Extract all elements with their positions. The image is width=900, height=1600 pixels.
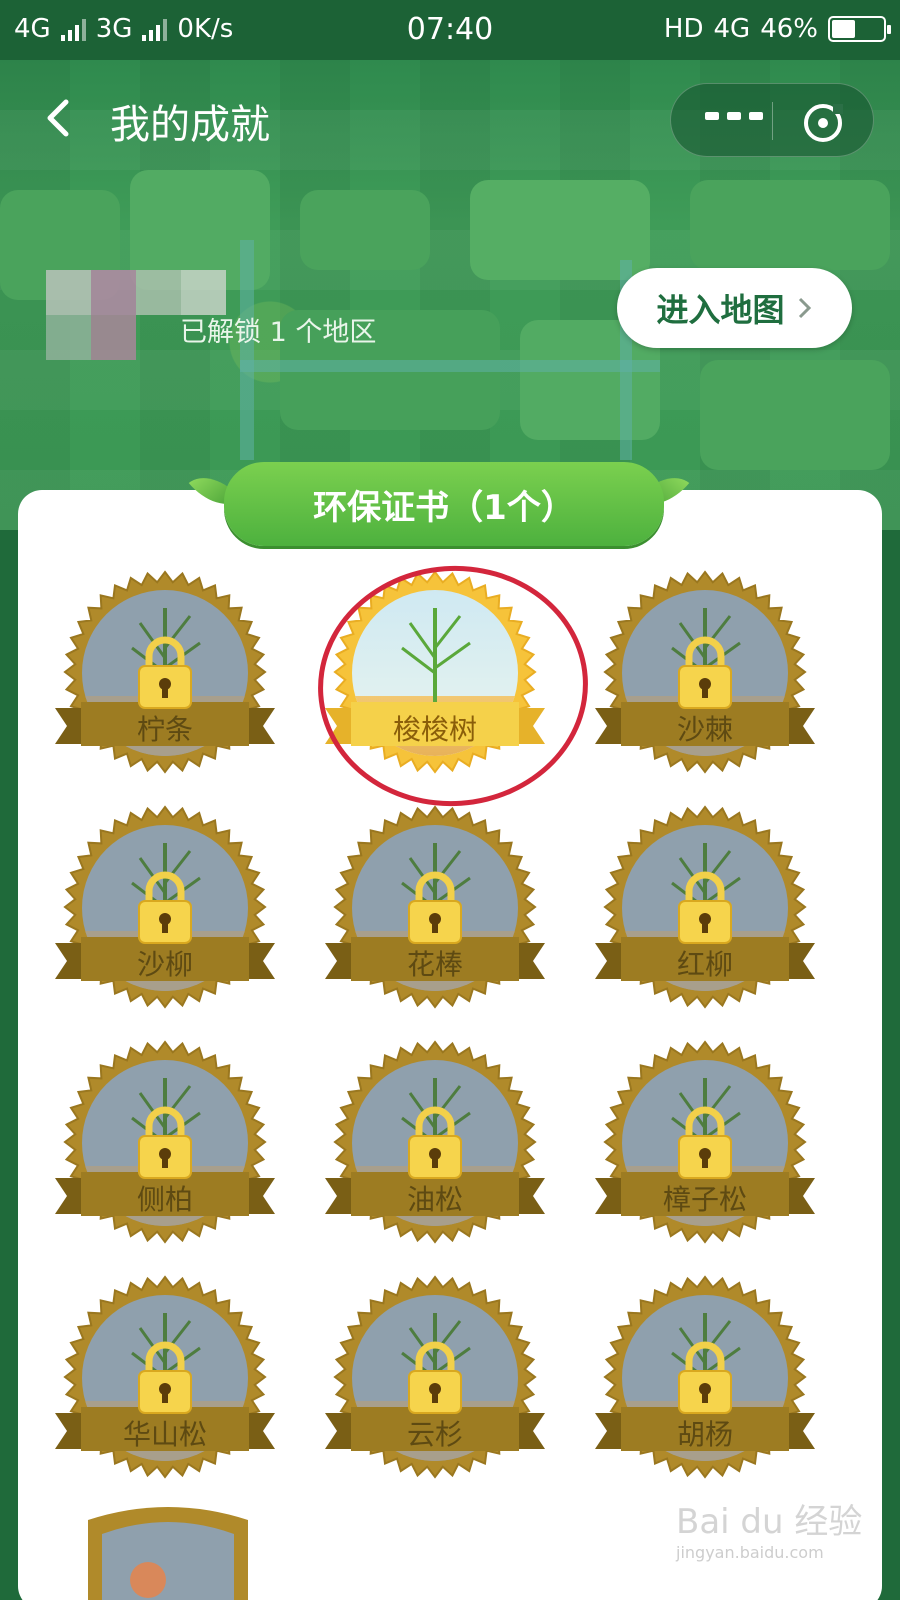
watermark-url: jingyan.baidu.com [676, 1543, 824, 1562]
close-icon[interactable] [801, 101, 845, 145]
certificate-badge[interactable]: 油松 [325, 1040, 545, 1260]
lock-icon [138, 871, 192, 944]
lock-icon [138, 1106, 192, 1179]
enter-map-label: 进入地图 [656, 291, 785, 329]
badge-label: 沙棘 [676, 713, 733, 746]
badge-label: 侧柏 [136, 1183, 193, 1216]
badge-label: 红柳 [676, 948, 733, 981]
certificate-badge[interactable]: 樟子松 [595, 1040, 815, 1260]
chevron-right-icon [798, 297, 811, 319]
section-title: 环保证书（1个） [224, 462, 664, 546]
page-title: 我的成就 [110, 102, 270, 148]
certificate-badge[interactable]: 华山松 [55, 1275, 275, 1495]
lock-icon [408, 1341, 462, 1414]
battery-icon [828, 16, 891, 42]
certificate-badge[interactable]: 云杉 [325, 1275, 545, 1495]
lock-icon [678, 871, 732, 944]
lock-icon [138, 1341, 192, 1414]
certificate-badge[interactable]: 沙棘 [595, 570, 815, 790]
network-type-3: 4G [713, 14, 751, 44]
badge-label: 油松 [406, 1183, 463, 1216]
lock-icon [678, 1106, 732, 1179]
more-icon[interactable] [705, 112, 763, 120]
badge-label: 樟子松 [662, 1183, 747, 1216]
enter-map-button[interactable]: 进入地图 [617, 268, 852, 348]
lock-icon [408, 871, 462, 944]
battery-percent: 46% [760, 14, 818, 44]
certificate-badge[interactable]: 沙柳 [55, 805, 275, 1025]
certificate-badge[interactable]: 胡杨 [595, 1275, 815, 1495]
hd-indicator: HD [663, 14, 704, 44]
watermark: Bai du 经验 jingyan.baidu.com [676, 1494, 862, 1562]
badge-label: 云杉 [406, 1418, 463, 1451]
certificate-badge[interactable]: 侧柏 [55, 1040, 275, 1260]
battery-fill [832, 20, 855, 38]
mini-program-capsule [670, 83, 874, 157]
badge-label: 柠条 [136, 713, 193, 746]
badge-label: 沙柳 [136, 948, 193, 981]
unlock-count: 已解锁 1 个地区 [180, 317, 377, 348]
watermark-brand: Bai du 经验 [676, 1502, 863, 1542]
badge-partial [88, 1507, 248, 1600]
certificate-badge[interactable]: 柠条 [55, 570, 275, 790]
badge-label: 华山松 [122, 1418, 207, 1451]
lock-icon [678, 636, 732, 709]
status-bar: 4G 3G 0K/s 07:40 HD 4G 46% [0, 0, 900, 60]
back-icon[interactable] [38, 96, 82, 140]
badge-label: 胡杨 [676, 1418, 733, 1451]
lock-icon [678, 1341, 732, 1414]
certificate-badge[interactable]: 花棒 [325, 805, 545, 1025]
badge-label: 花棒 [406, 948, 463, 981]
certificate-badge[interactable]: 红柳 [595, 805, 815, 1025]
lock-icon [138, 636, 192, 709]
lock-icon [408, 1106, 462, 1179]
